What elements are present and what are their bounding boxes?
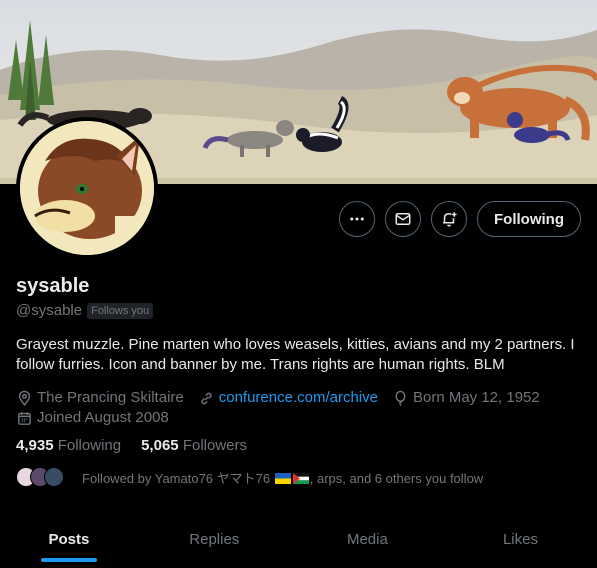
joined-text: Joined August 2008 — [37, 409, 169, 426]
link-icon — [201, 392, 212, 404]
display-name: sysable — [16, 275, 90, 297]
bell-plus-icon — [443, 212, 457, 227]
birthday-item: Born May 12, 1952 — [392, 388, 540, 408]
following-button[interactable]: Following — [477, 201, 581, 237]
tab-media[interactable]: Media — [291, 510, 444, 568]
followed-by-row[interactable]: Followed by Yamato76 ヤマト76 , arps, and 6… — [16, 467, 483, 487]
followed-by-suffix: , arps, and 6 others you follow — [309, 470, 484, 486]
website-link[interactable]: confurence.com/archive — [219, 388, 378, 408]
following-count[interactable]: 4,935 Following — [16, 437, 121, 454]
tab-replies[interactable]: Replies — [138, 510, 291, 568]
followed-by-text: Followed by Yamato76 ヤマト76 , arps, and 6… — [82, 468, 483, 487]
followers-label: Followers — [182, 437, 247, 454]
follow-counts: 4,935 Following 5,065 Followers — [16, 437, 247, 454]
profile-bio: Grayest muzzle. Pine marten who loves we… — [16, 336, 575, 373]
more-button[interactable] — [339, 201, 376, 237]
followers-number: 5,065 — [141, 437, 179, 454]
tab-label: Replies — [189, 530, 240, 548]
tab-likes[interactable]: Likes — [444, 510, 597, 568]
more-icon — [350, 217, 364, 221]
balloon-icon — [395, 390, 406, 406]
followers-count[interactable]: 5,065 Followers — [141, 437, 247, 454]
followers-you-know-avatars — [16, 467, 72, 487]
active-tab-indicator — [40, 558, 97, 562]
profile-avatar[interactable] — [16, 117, 158, 259]
following-label: Following — [57, 437, 122, 454]
birthday-text: Born May 12, 1952 — [412, 389, 540, 406]
following-number: 4,935 — [16, 437, 54, 454]
profile-tabs: Posts Replies Media Likes — [0, 510, 597, 568]
message-button[interactable] — [385, 201, 422, 237]
location-pin-icon — [18, 390, 31, 406]
notify-button[interactable] — [431, 201, 468, 237]
tab-label: Media — [346, 530, 388, 548]
tab-label: Likes — [502, 530, 538, 548]
followed-by-prefix: Followed by Yamato76 ヤマト76 — [82, 470, 271, 486]
website-item[interactable]: confurence.com/archive — [198, 388, 378, 408]
location-item: The Prancing Skiltaire — [16, 388, 184, 408]
username-handle: @sysable — [16, 302, 83, 319]
profile-meta: The Prancing Skiltaire confurence.com/ar… — [16, 388, 586, 428]
ukraine-flag-icon — [274, 472, 291, 484]
avatar — [44, 467, 64, 487]
tab-label: Posts — [48, 530, 90, 548]
handle-row: @sysable Follows you — [16, 302, 154, 319]
follows-you-badge: Follows you — [87, 302, 154, 319]
location-text: The Prancing Skiltaire — [37, 389, 184, 406]
calendar-icon — [18, 411, 31, 425]
palestine-flag-icon — [292, 472, 309, 484]
tab-posts[interactable]: Posts — [0, 510, 138, 568]
envelope-icon — [395, 213, 411, 225]
profile-actions: Following — [339, 201, 581, 237]
joined-item: Joined August 2008 — [16, 408, 169, 428]
